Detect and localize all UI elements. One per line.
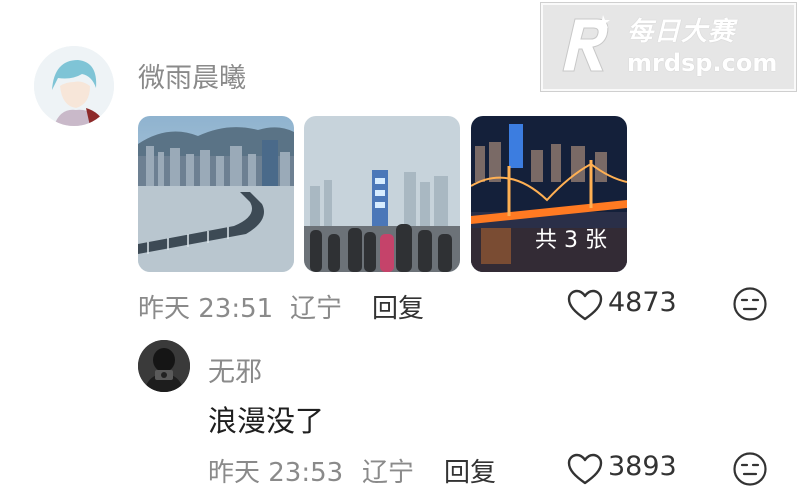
heart-outline-icon[interactable] <box>566 288 604 322</box>
neutral-face-icon[interactable] <box>732 451 768 487</box>
reply-button[interactable]: 回复 <box>444 452 496 489</box>
like-count: 4873 <box>608 287 677 318</box>
watermark: 每日大赛 mrdsp.com <box>540 2 797 92</box>
like-count: 3893 <box>608 451 677 482</box>
neutral-face-icon[interactable] <box>732 286 768 322</box>
username[interactable]: 微雨晨曦 <box>138 56 246 95</box>
watermark-logo-icon <box>562 15 610 72</box>
more-images-label: 共 3 张 <box>535 228 607 253</box>
image-thumbnail-3[interactable]: 共 3 张 <box>471 116 627 272</box>
comment-timestamp: 昨天 23:51 <box>138 294 274 324</box>
watermark-url: mrdsp.com <box>627 49 778 77</box>
image-thumbnail-2[interactable] <box>304 116 460 272</box>
comment-timestamp: 昨天 23:53 <box>208 458 344 488</box>
username[interactable]: 无邪 <box>208 350 262 389</box>
avatar[interactable] <box>34 46 114 126</box>
comment-location: 辽宁 <box>290 294 343 324</box>
comment-text: 浪漫没了 <box>208 404 325 438</box>
heart-outline-icon[interactable] <box>566 452 604 486</box>
comment-location: 辽宁 <box>362 458 415 488</box>
watermark-title: 每日大赛 <box>627 17 736 47</box>
image-thumbnail-1[interactable] <box>138 116 294 272</box>
reply-button[interactable]: 回复 <box>372 288 424 325</box>
avatar[interactable] <box>138 340 190 392</box>
